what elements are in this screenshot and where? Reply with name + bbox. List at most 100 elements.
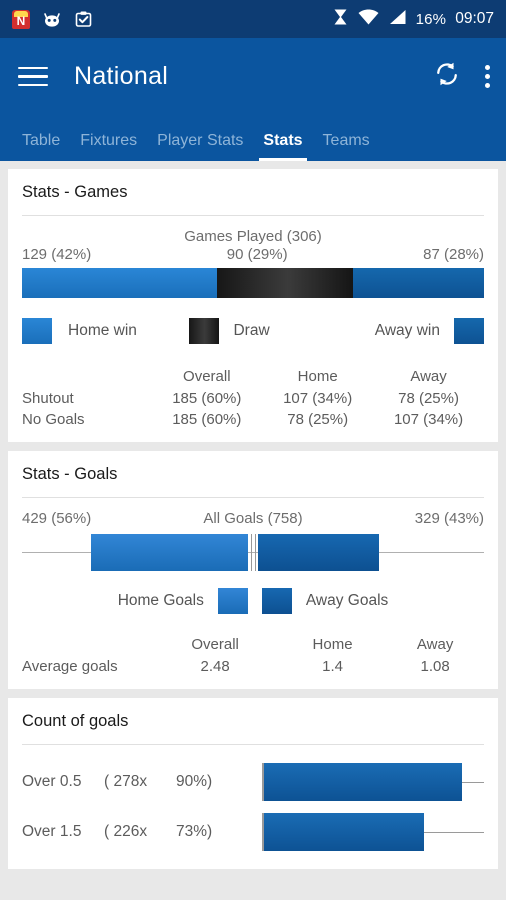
cyanogen-robot-icon — [42, 10, 62, 29]
col-overall: Overall — [191, 636, 239, 653]
games-played-caption: Games Played (306) — [184, 228, 322, 245]
signal-icon — [388, 8, 407, 31]
count-bar-track-over-05 — [262, 757, 484, 807]
shutout-home: 107 (34%) — [283, 390, 353, 407]
overflow-menu-icon[interactable] — [483, 63, 490, 90]
legend-away-win: Away win — [375, 318, 484, 344]
over-15-name: Over 1.5 — [22, 823, 82, 840]
shutout-away: 78 (25%) — [398, 390, 459, 407]
divider — [22, 215, 484, 216]
legend-home-goals-label: Home Goals — [117, 592, 204, 609]
tab-table[interactable]: Table — [12, 132, 70, 161]
count-bar-track-over-15 — [262, 807, 484, 857]
away-win-value: 87 (28%) — [423, 246, 484, 263]
stats-games-card: Stats - Games Games Played (306) 129 (42… — [8, 169, 498, 442]
col-blank — [22, 634, 151, 656]
table-header-row: Overall Home Away — [22, 634, 484, 656]
count-bar-over-15 — [264, 813, 425, 851]
nogoals-home: 78 (25%) — [287, 411, 349, 428]
stats-games-title: Stats - Games — [22, 183, 128, 201]
tab-player-stats[interactable]: Player Stats — [147, 132, 253, 161]
stats-content[interactable]: Stats - Games Games Played (306) 129 (42… — [0, 161, 506, 900]
col-overall: Overall — [183, 368, 231, 385]
divider — [22, 744, 484, 745]
page-title: National — [74, 62, 169, 90]
stats-goals-title: Stats - Goals — [22, 465, 118, 483]
nogoals-overall: 185 (60%) — [172, 411, 242, 428]
table-header-row: Overall Home Away — [22, 366, 484, 388]
avg-overall: 2.48 — [200, 658, 230, 675]
sync-refresh-icon[interactable] — [433, 60, 461, 93]
draw-swatch-icon — [189, 318, 220, 344]
tab-fixtures[interactable]: Fixtures — [70, 132, 147, 161]
over-15-count: ( 226x — [104, 823, 148, 840]
wifi-icon — [358, 8, 379, 31]
count-bar-over-05 — [264, 763, 462, 801]
list-item[interactable]: Over 1.5 ( 226x 73%) — [22, 807, 484, 857]
tab-teams[interactable]: Teams — [313, 132, 380, 161]
goals-bar-labels: 429 (56%) All Goals (758) 329 (43%) — [22, 510, 484, 527]
list-item[interactable]: Over 0.5 ( 278x 90%) — [22, 757, 484, 807]
home-goals-swatch-icon — [217, 588, 248, 614]
divider — [22, 497, 484, 498]
games-bar-labels: 129 (42%) 90 (29%) 87 (28%) — [22, 246, 484, 263]
legend-away-goals-label: Away Goals — [305, 592, 389, 609]
all-goals-caption: All Goals (758) — [203, 510, 303, 527]
tab-bar: Table Fixtures Player Stats Stats Teams — [0, 115, 506, 161]
col-away: Away — [416, 636, 454, 653]
bar-segment-draw — [216, 268, 353, 298]
col-blank — [22, 366, 151, 388]
home-win-value: 129 (42%) — [22, 246, 92, 263]
col-home: Home — [297, 368, 338, 385]
clipboard-check-icon — [74, 10, 93, 29]
bar-segment-home-win — [22, 268, 217, 298]
center-tick-left-icon — [251, 534, 253, 571]
goals-legend-inner: Home Goals Away Goals — [117, 588, 389, 614]
clock-time: 09:07 — [455, 10, 494, 27]
home-win-swatch-icon — [22, 318, 52, 344]
games-stats-table: Overall Home Away Shutout 185 (60%) 107 … — [22, 366, 484, 430]
app-notification-icon — [12, 9, 30, 29]
app-bar: National — [0, 38, 506, 115]
bar-segment-away-win — [352, 268, 484, 298]
nogoals-away: 107 (34%) — [393, 411, 464, 428]
count-of-goals-card: Count of goals Over 0.5 ( 278x 90%) Over… — [8, 698, 498, 869]
alarm-hourglass-icon — [332, 8, 349, 31]
legend-away-win-label: Away win — [374, 322, 440, 339]
bar-away-goals — [258, 534, 379, 571]
status-bar-left-icons — [12, 9, 93, 29]
row-label-no-goals: No Goals — [22, 411, 85, 428]
count-row-label-over-05: Over 0.5 ( 278x 90%) — [22, 773, 262, 791]
col-away: Away — [410, 368, 447, 385]
row-label-average-goals: Average goals — [22, 658, 118, 675]
count-of-goals-title: Count of goals — [22, 712, 129, 730]
avg-away: 1.08 — [420, 658, 450, 675]
tab-stats[interactable]: Stats — [253, 132, 312, 161]
goals-diverging-chart — [22, 530, 484, 574]
count-row-label-over-15: Over 1.5 ( 226x 73%) — [22, 823, 262, 841]
away-goals-value: 329 (43%) — [414, 510, 484, 527]
center-tick-right-icon — [254, 534, 256, 571]
draw-value: 90 (29%) — [226, 246, 288, 263]
battery-percent: 16% — [415, 10, 447, 28]
legend-home-win-label: Home win — [68, 322, 137, 339]
table-row: Shutout 185 (60%) 107 (34%) 78 (25%) — [22, 388, 484, 409]
goals-stats-table: Overall Home Away Average goals 2.48 1.4… — [22, 634, 484, 677]
table-row: No Goals 185 (60%) 78 (25%) 107 (34%) — [22, 409, 484, 430]
legend-draw: Draw — [189, 318, 270, 344]
over-15-pct: 73%) — [176, 823, 213, 840]
hamburger-menu-icon[interactable] — [18, 66, 48, 87]
over-05-count: ( 278x — [104, 773, 148, 790]
legend-home-win: Home win — [22, 318, 137, 344]
shutout-overall: 185 (60%) — [172, 390, 242, 407]
over-05-pct: 90%) — [176, 773, 213, 790]
avg-home: 1.4 — [322, 658, 343, 675]
away-win-swatch-icon — [453, 318, 484, 344]
col-home: Home — [312, 636, 353, 653]
table-row: Average goals 2.48 1.4 1.08 — [22, 656, 484, 677]
status-bar: 16% 09:07 — [0, 0, 506, 38]
app-bar-actions — [433, 60, 490, 93]
bar-home-goals — [90, 534, 248, 571]
legend-draw-label: Draw — [233, 322, 270, 339]
row-label-shutout: Shutout — [22, 390, 74, 407]
